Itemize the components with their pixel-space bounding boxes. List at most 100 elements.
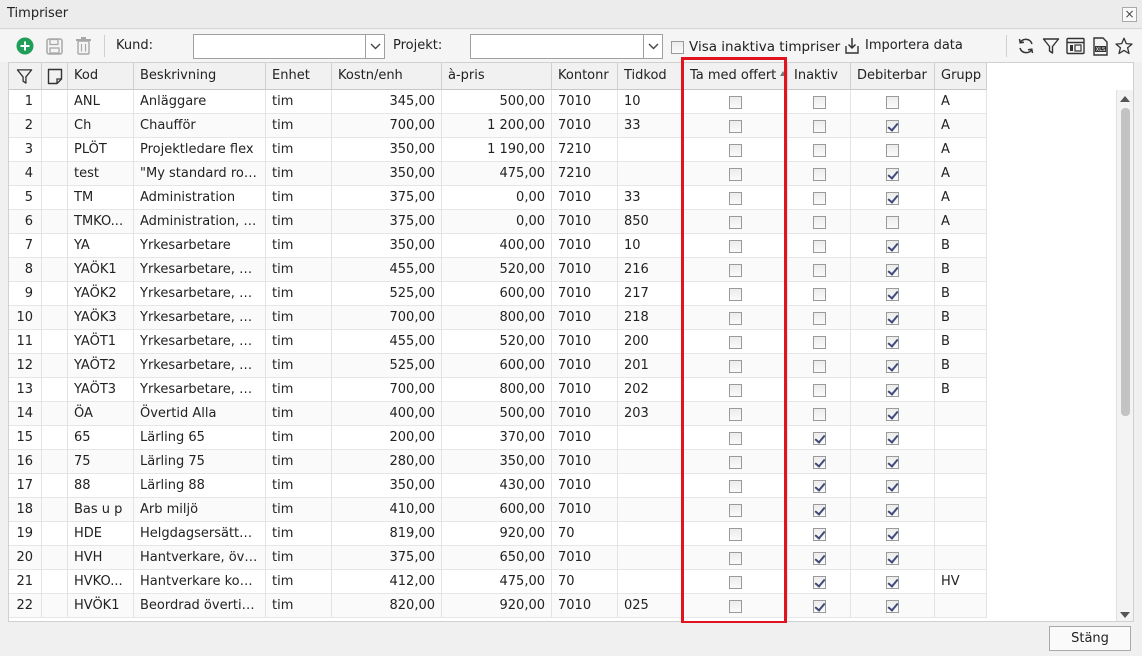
cell-apris[interactable]: 920,00 [442, 594, 552, 618]
cell-apris[interactable]: 350,00 [442, 450, 552, 474]
table-row[interactable]: 2 Ch Chaufför tim 700,00 1 200,00 7010 33 A [9, 114, 987, 138]
cell-inaktiv[interactable] [788, 258, 851, 282]
cell-kostn[interactable]: 345,00 [332, 90, 442, 114]
inaktiv-checkbox[interactable] [812, 143, 826, 157]
cell-tidkod[interactable] [618, 522, 684, 546]
cell-kostn[interactable]: 700,00 [332, 114, 442, 138]
inaktiv-checkbox[interactable] [812, 335, 826, 349]
cell-tamed[interactable] [684, 570, 788, 594]
tamed-checkbox[interactable] [729, 599, 742, 613]
cell-debiterbar[interactable] [851, 498, 935, 522]
cell-tidkod[interactable] [618, 450, 684, 474]
cell-inaktiv[interactable] [788, 282, 851, 306]
cell-inaktiv[interactable] [788, 474, 851, 498]
cell-grupp[interactable] [935, 498, 987, 522]
table-row[interactable]: 8 YAÖK1 Yrkesarbetare, öv... tim 455,00 520,0… [9, 258, 987, 282]
tamed-checkbox[interactable] [729, 311, 742, 325]
cell-note[interactable] [42, 378, 68, 402]
cell-tamed[interactable] [684, 402, 788, 426]
table-row[interactable]: 19 HDE Helgdagsersättni... tim 819,00 920,00 7… [9, 522, 987, 546]
tamed-checkbox[interactable] [729, 287, 742, 301]
cell-enhet[interactable]: tim [266, 258, 332, 282]
cell-enhet[interactable]: tim [266, 306, 332, 330]
cell-inaktiv[interactable] [788, 186, 851, 210]
cell-tamed[interactable] [684, 90, 788, 114]
cell-kod[interactable]: HVÖK1 [68, 594, 134, 618]
inaktiv-checkbox[interactable] [812, 191, 826, 205]
debiterbar-checkbox[interactable] [886, 359, 899, 373]
cell-kod[interactable]: 75 [68, 450, 134, 474]
cell-kontonr[interactable]: 7210 [552, 138, 618, 162]
tamed-checkbox[interactable] [729, 431, 742, 445]
cell-enhet[interactable]: tim [266, 90, 332, 114]
cell-enhet[interactable]: tim [266, 426, 332, 450]
cell-apris[interactable]: 650,00 [442, 546, 552, 570]
table-row[interactable]: 1 ANL Anläggare tim 345,00 500,00 7010 10 A [9, 90, 987, 114]
cell-kontonr[interactable]: 7010 [552, 306, 618, 330]
cell-inaktiv[interactable] [788, 234, 851, 258]
columns-layout-icon[interactable] [1065, 36, 1085, 56]
debiterbar-checkbox[interactable] [886, 215, 899, 229]
filter-icon[interactable] [16, 68, 33, 90]
cell-apris[interactable]: 400,00 [442, 234, 552, 258]
cell-beskrivning[interactable]: Yrkesarbetare, öv... [134, 330, 266, 354]
column-header-tamed[interactable]: Ta med offert [684, 63, 788, 90]
cell-tidkod[interactable]: 216 [618, 258, 684, 282]
cell-tamed[interactable] [684, 282, 788, 306]
cell-kod[interactable]: YAÖK3 [68, 306, 134, 330]
window-close-button[interactable]: × [1122, 7, 1137, 22]
cell-kontonr[interactable]: 7010 [552, 330, 618, 354]
cell-kod[interactable]: YAÖT1 [68, 330, 134, 354]
cell-beskrivning[interactable]: Lärling 75 [134, 450, 266, 474]
debiterbar-checkbox[interactable] [886, 527, 899, 541]
cell-apris[interactable]: 1 200,00 [442, 114, 552, 138]
cell-tamed[interactable] [684, 330, 788, 354]
cell-kontonr[interactable]: 7010 [552, 474, 618, 498]
inaktiv-checkbox[interactable] [812, 527, 826, 541]
cell-tidkod[interactable]: 10 [618, 234, 684, 258]
cell-debiterbar[interactable] [851, 330, 935, 354]
cell-note[interactable] [42, 330, 68, 354]
cell-tamed[interactable] [684, 306, 788, 330]
cell-apris[interactable]: 600,00 [442, 498, 552, 522]
debiterbar-checkbox[interactable] [886, 599, 899, 613]
cell-kostn[interactable]: 700,00 [332, 306, 442, 330]
kund-combobox[interactable] [193, 34, 385, 59]
inaktiv-checkbox[interactable] [812, 407, 826, 421]
cell-inaktiv[interactable] [788, 306, 851, 330]
column-header-apris[interactable]: à-pris [442, 63, 552, 90]
column-header-debiterbar[interactable]: Debiterbar [851, 63, 935, 90]
cell-debiterbar[interactable] [851, 90, 935, 114]
cell-tidkod[interactable]: 203 [618, 402, 684, 426]
tamed-checkbox[interactable] [729, 551, 742, 565]
cell-note[interactable] [42, 522, 68, 546]
filter-icon[interactable] [1041, 36, 1061, 56]
cell-tamed[interactable] [684, 234, 788, 258]
tamed-checkbox[interactable] [729, 215, 742, 229]
cell-kostn[interactable]: 525,00 [332, 354, 442, 378]
note-icon[interactable] [47, 68, 63, 90]
cell-kontonr[interactable]: 7010 [552, 90, 618, 114]
cell-apris[interactable]: 500,00 [442, 402, 552, 426]
cell-apris[interactable]: 0,00 [442, 186, 552, 210]
cell-kontonr[interactable]: 7010 [552, 594, 618, 618]
cell-kod[interactable]: HVKO... [68, 570, 134, 594]
tamed-checkbox[interactable] [729, 527, 742, 541]
cell-kontonr[interactable]: 7010 [552, 450, 618, 474]
cell-tamed[interactable] [684, 498, 788, 522]
tamed-checkbox[interactable] [729, 383, 742, 397]
cell-enhet[interactable]: tim [266, 474, 332, 498]
table-row[interactable]: 17 88 Lärling 88 tim 350,00 430,00 7010 [9, 474, 987, 498]
cell-tamed[interactable] [684, 522, 788, 546]
debiterbar-checkbox[interactable] [886, 551, 899, 565]
cell-kostn[interactable]: 375,00 [332, 210, 442, 234]
cell-inaktiv[interactable] [788, 426, 851, 450]
cell-beskrivning[interactable]: Yrkesarbetare, öv... [134, 258, 266, 282]
debiterbar-checkbox[interactable] [886, 383, 899, 397]
cell-tidkod[interactable]: 200 [618, 330, 684, 354]
cell-grupp[interactable]: A [935, 162, 987, 186]
inaktiv-checkbox[interactable] [812, 551, 826, 565]
cell-tamed[interactable] [684, 474, 788, 498]
debiterbar-checkbox[interactable] [886, 191, 899, 205]
inaktiv-checkbox[interactable] [812, 119, 826, 133]
